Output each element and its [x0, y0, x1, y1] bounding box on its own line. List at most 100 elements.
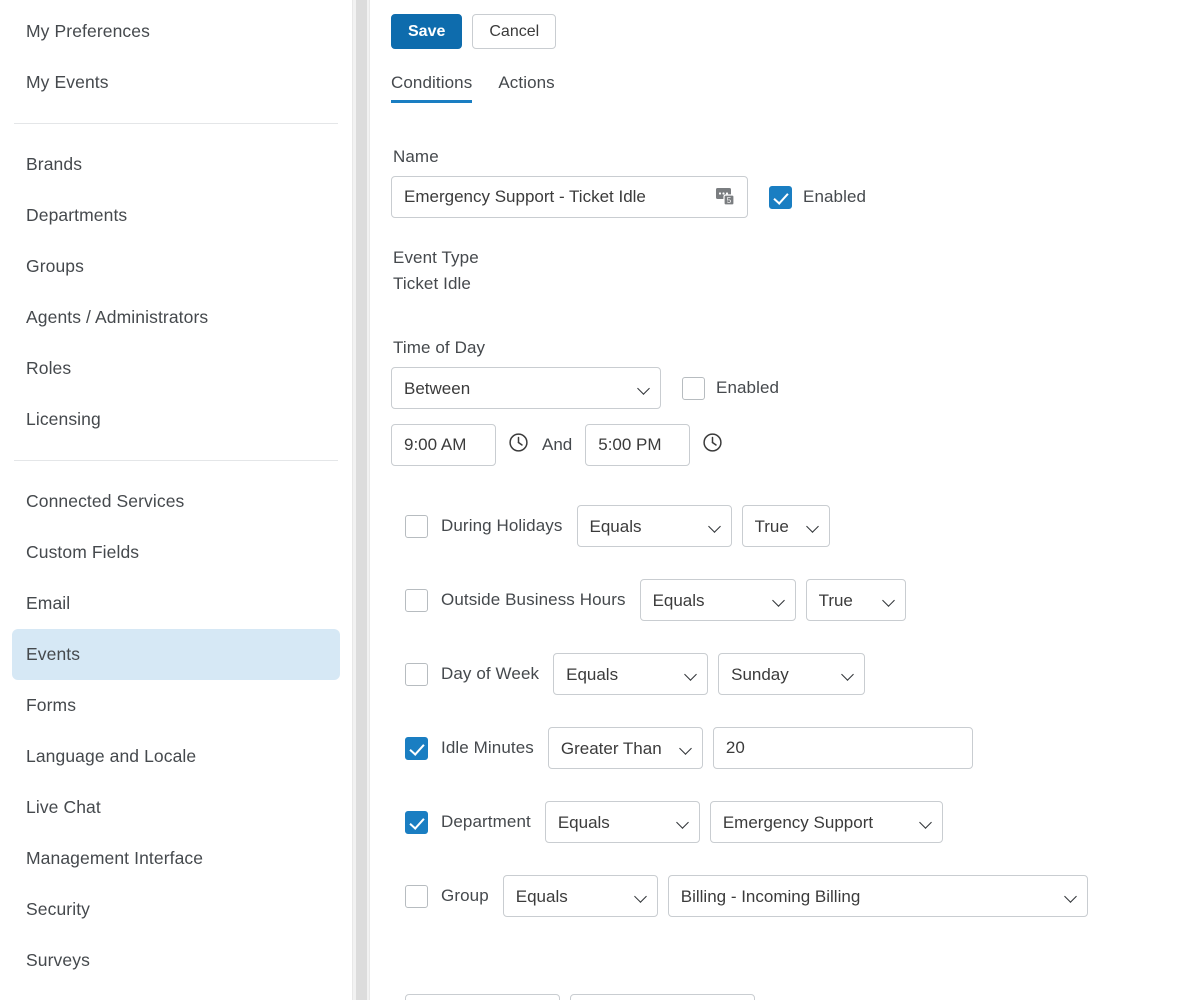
condition-operator-select[interactable]: Equals [576, 505, 732, 547]
condition-row-idle-minutes: Idle Minutes Greater Than [405, 727, 1200, 769]
condition-row-group: Group Equals Billing - Incoming Billing [405, 875, 1200, 917]
time-of-day-enabled-label: Enabled [716, 378, 780, 397]
sidebar-group-configuration: Connected Services Custom Fields Email E… [0, 470, 352, 1000]
sidebar-item-language-and-locale[interactable]: Language and Locale [12, 731, 340, 782]
sidebar-item-roles[interactable]: Roles [12, 343, 340, 394]
sidebar-item-label: Custom Fields [26, 542, 140, 562]
condition-value-wrapper: Billing - Incoming Billing [667, 875, 1088, 917]
sidebar-item-my-preferences[interactable]: My Preferences [12, 6, 340, 57]
condition-value-select[interactable]: True [805, 579, 906, 621]
translation-icon[interactable]: 5 [716, 187, 738, 207]
time-of-day-enabled-checkbox[interactable] [682, 376, 705, 400]
condition-operator-select[interactable]: Equals [544, 801, 700, 843]
sidebar-item-custom-fields[interactable]: Custom Fields [12, 527, 340, 578]
editor-toolbar: Save Cancel [352, 0, 1200, 49]
clock-icon[interactable] [508, 432, 529, 458]
condition-operator-select[interactable]: Greater Than [547, 727, 703, 769]
condition-value-wrapper: True [741, 505, 830, 547]
sidebar-item-agents-administrators[interactable]: Agents / Administrators [12, 292, 340, 343]
event-type-label: Event Type [393, 248, 479, 267]
sidebar-item-licensing[interactable]: Licensing [12, 394, 340, 445]
sidebar-item-label: Surveys [26, 950, 90, 970]
condition-value-select[interactable]: True [741, 505, 830, 547]
sidebar-item-label: Brands [26, 154, 83, 174]
condition-checkbox[interactable] [405, 514, 428, 538]
condition-list: During Holidays Equals True Outside Busi… [391, 505, 1200, 917]
sidebar-item-management-interface[interactable]: Management Interface [12, 833, 340, 884]
tab-actions[interactable]: Actions [498, 73, 554, 103]
condition-label: Day of Week [441, 664, 540, 683]
condition-checkbox[interactable] [405, 884, 428, 908]
sidebar-item-events[interactable]: Events [12, 629, 340, 680]
end-time-input[interactable] [585, 424, 691, 466]
condition-row-department: Department Equals Emergency Support [405, 801, 1200, 843]
name-enabled-group: Enabled [769, 185, 867, 209]
cancel-button[interactable]: Cancel [472, 14, 557, 49]
condition-value-select[interactable]: Sunday [718, 653, 866, 695]
name-input[interactable] [391, 176, 748, 218]
condition-label: Idle Minutes [441, 738, 534, 757]
sidebar-item-label: Forms [26, 695, 77, 715]
condition-label: During Holidays [441, 516, 563, 535]
sidebar-item-brands[interactable]: Brands [12, 139, 340, 190]
sidebar-item-label: Email [26, 593, 71, 613]
time-of-day-mode-select[interactable]: Between [391, 367, 661, 409]
sidebar-item-label: Roles [26, 358, 72, 378]
condition-checkbox[interactable] [405, 588, 428, 612]
time-of-day-mode-wrapper: Between [391, 367, 661, 409]
sidebar-divider-2 [14, 460, 338, 461]
condition-label: Group [441, 886, 489, 905]
sidebar-item-live-chat[interactable]: Live Chat [12, 782, 340, 833]
tab-conditions[interactable]: Conditions [391, 73, 473, 103]
sidebar-item-groups[interactable]: Groups [12, 241, 340, 292]
condition-value-wrapper: Emergency Support [709, 801, 943, 843]
enabled-checkbox[interactable] [769, 185, 792, 209]
condition-operator-wrapper: Equals [639, 579, 796, 621]
condition-operator-select[interactable]: Equals [502, 875, 658, 917]
sidebar-item-forms[interactable]: Forms [12, 680, 340, 731]
settings-sidebar: My Preferences My Events Brands Departme… [0, 0, 352, 1000]
condition-operator-select-partial[interactable] [405, 994, 560, 1000]
condition-value-input[interactable] [712, 727, 973, 769]
condition-value-select[interactable]: Emergency Support [709, 801, 943, 843]
condition-operator-wrapper: Equals [502, 875, 658, 917]
event-editor-panel: Save Cancel Conditions Actions Name Emer… [352, 0, 1200, 1000]
condition-value-wrapper: Sunday [718, 653, 866, 695]
sidebar-item-email[interactable]: Email [12, 578, 340, 629]
condition-row-outside-business-hours: Outside Business Hours Equals True [405, 579, 1200, 621]
time-of-day-label: Time of Day [393, 338, 486, 357]
condition-operator-select[interactable]: Equals [639, 579, 796, 621]
condition-row-during-holidays: During Holidays Equals True [405, 505, 1200, 547]
event-type-value: Ticket Idle [393, 274, 471, 293]
sidebar-item-label: My Events [26, 72, 109, 92]
sidebar-divider-1 [14, 123, 338, 124]
sidebar-item-my-events[interactable]: My Events [12, 57, 340, 108]
condition-checkbox[interactable] [405, 810, 428, 834]
clock-icon[interactable] [702, 432, 723, 458]
sidebar-item-label: Events [26, 644, 81, 664]
start-time-input[interactable] [391, 424, 496, 466]
sidebar-item-surveys[interactable]: Surveys [12, 935, 340, 986]
condition-checkbox[interactable] [405, 736, 428, 760]
enabled-label: Enabled [803, 187, 867, 206]
name-input-wrapper: 5 [391, 176, 748, 218]
sidebar-item-label: Connected Services [26, 491, 185, 511]
condition-value-select[interactable]: Billing - Incoming Billing [667, 875, 1088, 917]
condition-operator-wrapper: Equals [576, 505, 732, 547]
condition-value-wrapper: True [805, 579, 906, 621]
condition-operator-select[interactable]: Equals [553, 653, 709, 695]
sidebar-item-departments[interactable]: Departments [12, 190, 340, 241]
sidebar-item-connected-services[interactable]: Connected Services [12, 476, 340, 527]
sidebar-item-label: Licensing [26, 409, 101, 429]
sidebar-item-tickets[interactable]: Tickets [12, 986, 340, 1000]
save-button[interactable]: Save [391, 14, 463, 49]
condition-value-select-partial[interactable] [570, 994, 755, 1000]
condition-operator-wrapper: Equals [544, 801, 700, 843]
sidebar-item-security[interactable]: Security [12, 884, 340, 935]
name-row: 5 Enabled [391, 176, 1200, 218]
sidebar-item-label: Security [26, 899, 91, 919]
sidebar-item-label: Live Chat [26, 797, 101, 817]
condition-checkbox[interactable] [405, 662, 428, 686]
condition-operator-wrapper: Greater Than [547, 727, 703, 769]
editor-tabs: Conditions Actions [352, 49, 1200, 103]
